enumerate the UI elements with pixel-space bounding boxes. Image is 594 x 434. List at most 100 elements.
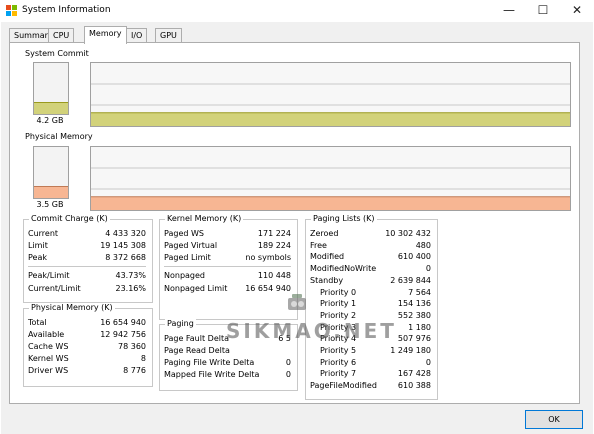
row-label: Available — [28, 330, 65, 339]
paging-title: Paging — [165, 319, 196, 328]
paging-list-row: Free 480 — [310, 241, 431, 252]
row-value: 4 433 320 — [105, 229, 146, 238]
row-label: Paged WS — [164, 229, 204, 238]
phys-total-row: Total 16 654 940 — [28, 318, 146, 329]
phys-driver-ws-row: Driver WS 8 776 — [28, 366, 146, 377]
row-value: 110 448 — [257, 271, 291, 280]
row-label: Priority 6 — [320, 357, 357, 367]
paging-list-row: ModifiedNoWrite 0 — [310, 264, 431, 275]
row-value: 1 180 — [408, 322, 431, 332]
system-commit-gauge — [33, 62, 69, 115]
commit-charge-title: Commit Charge (K) — [29, 214, 110, 223]
kernel-paged-virtual-row: Paged Virtual 189 224 — [164, 241, 291, 252]
row-label: Peak — [28, 253, 47, 262]
tab-io[interactable]: I/O — [126, 28, 148, 43]
close-icon: ✕ — [571, 3, 583, 17]
row-value: 167 428 — [397, 369, 431, 379]
commit-current-row: Current 4 433 320 — [28, 229, 146, 240]
row-label: Priority 0 — [320, 287, 357, 297]
row-value: 16 654 940 — [100, 318, 146, 327]
commit-charge-group: Commit Charge (K) Current 4 433 320 Limit… — [23, 214, 153, 303]
paging-lists-title: Paging Lists (K) — [311, 214, 377, 223]
paging-list-row: Priority 0 7 564 — [310, 288, 431, 299]
row-value: 8 372 668 — [105, 253, 146, 262]
system-commit-value: 4.2 GB — [36, 116, 64, 125]
row-value: 10 302 432 — [385, 229, 431, 238]
row-label: Nonpaged — [164, 271, 206, 280]
row-label: Limit — [28, 241, 48, 250]
row-label: Page Fault Delta — [164, 334, 229, 343]
row-value: 0 — [425, 357, 431, 367]
commit-peak-limit-row: Peak/Limit 43.73% — [28, 271, 146, 282]
row-value: 8 — [140, 354, 146, 363]
paging-list-row: Zeroed 10 302 432 — [310, 229, 431, 240]
mapped-file-write-delta-row: Mapped File Write Delta 0 — [164, 370, 291, 381]
row-label: Zeroed — [310, 229, 339, 238]
tab-cpu[interactable]: CPU — [48, 28, 75, 43]
row-label: Peak/Limit — [28, 271, 70, 280]
minimize-button[interactable]: — — [492, 0, 526, 22]
maximize-button[interactable]: ☐ — [526, 0, 560, 22]
physical-memory-history-plot — [91, 167, 570, 210]
close-button[interactable]: ✕ — [560, 0, 594, 22]
row-label: ModifiedNoWrite — [310, 264, 377, 274]
row-label: Free — [310, 240, 327, 250]
maximize-icon: ☐ — [537, 3, 549, 17]
watermark: SIKMAO.NET — [226, 294, 400, 346]
ok-button[interactable]: OK — [525, 410, 583, 429]
phys-cache-ws-row: Cache WS 78 360 — [28, 342, 146, 353]
kernel-paged-ws-row: Paged WS 171 224 — [164, 229, 291, 240]
phys-available-row: Available 12 942 756 — [28, 330, 146, 341]
row-value: 507 976 — [397, 334, 431, 344]
row-value: 2 639 844 — [390, 275, 431, 285]
divider — [164, 266, 291, 267]
row-value: 23.16% — [115, 284, 146, 293]
paging-list-row: Priority 6 0 — [310, 358, 431, 369]
divider — [28, 266, 146, 267]
kernel-memory-group: Kernel Memory (K) Paged WS 171 224 Paged … — [159, 214, 298, 320]
paging-file-write-delta-row: Paging File Write Delta 0 — [164, 358, 291, 369]
row-value: 16 654 940 — [245, 284, 291, 293]
system-commit-gauge-fill — [34, 102, 68, 114]
row-label: Standby — [310, 275, 344, 285]
paging-lists-group: Paging Lists (K) Zeroed 10 302 432 Free 480… — [305, 214, 438, 400]
row-value: 19 145 308 — [100, 241, 146, 250]
tab-gpu[interactable]: GPU — [155, 28, 182, 43]
row-label: Cache WS — [28, 342, 69, 351]
title-bar: System Information — ☐ ✕ — [0, 0, 594, 22]
window-title: System Information — [22, 5, 111, 15]
history-area — [91, 196, 570, 210]
row-value: 0 — [425, 264, 431, 274]
row-label: Kernel WS — [28, 354, 69, 363]
row-label: Priority 7 — [320, 369, 357, 379]
row-value: 552 380 — [397, 310, 431, 320]
paging-list-row: Modified 610 400 — [310, 252, 431, 263]
row-label: Mapped File Write Delta — [164, 370, 260, 379]
commit-peak-row: Peak 8 372 668 — [28, 253, 146, 264]
paging-list-row: Priority 7 167 428 — [310, 369, 431, 380]
commit-current-limit-row: Current/Limit 23.16% — [28, 284, 146, 295]
system-commit-history-plot — [91, 83, 570, 126]
row-label: Total — [28, 318, 47, 327]
physical-memory-label: Physical Memory — [25, 132, 93, 141]
physical-memory-history-graph — [90, 146, 571, 211]
minimize-icon: — — [503, 3, 515, 17]
physical-memory-title: Physical Memory (K) — [29, 303, 115, 312]
row-label: Current — [28, 229, 59, 238]
row-label: Paged Virtual — [164, 241, 218, 250]
phys-kernel-ws-row: Kernel WS 8 — [28, 354, 146, 365]
row-value: 189 224 — [257, 241, 291, 250]
tab-memory[interactable]: Memory — [84, 26, 127, 44]
row-label: Current/Limit — [28, 284, 81, 293]
paging-list-row: Priority 5 1 249 180 — [310, 346, 431, 357]
memory-panel: System Commit 4.2 GB Physical Memory 3.5… — [9, 42, 580, 404]
physical-memory-gauge-fill — [34, 186, 68, 198]
kernel-memory-title: Kernel Memory (K) — [165, 214, 244, 223]
row-label: Nonpaged Limit — [164, 284, 228, 293]
page-read-delta-row: Page Read Delta — [164, 346, 291, 357]
history-area — [91, 112, 570, 126]
physical-memory-value: 3.5 GB — [36, 200, 64, 209]
system-commit-history-graph — [90, 62, 571, 127]
paging-list-row: PageFileModified 610 388 — [310, 381, 431, 392]
kernel-nonpaged-limit-row: Nonpaged Limit 16 654 940 — [164, 284, 291, 295]
